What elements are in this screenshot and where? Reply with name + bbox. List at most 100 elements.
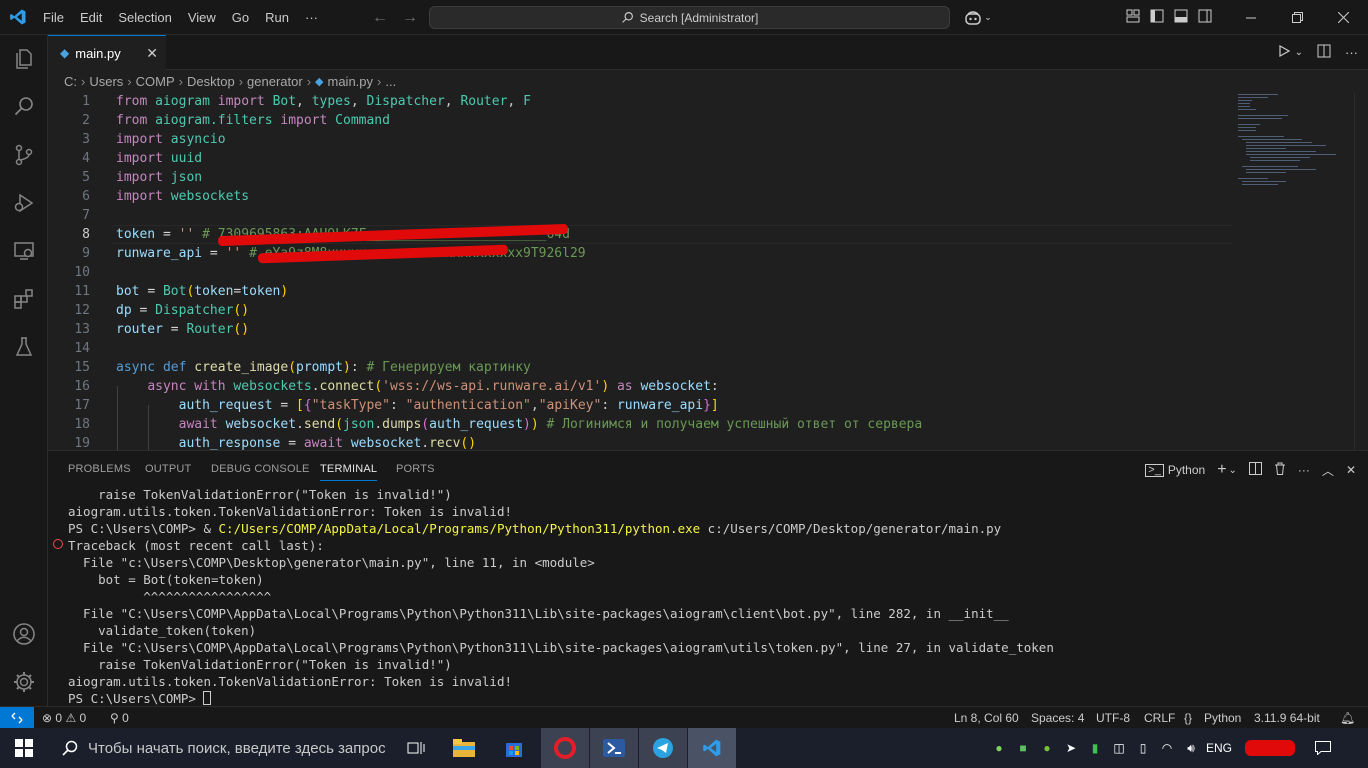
new-terminal-icon[interactable]: + [1217,461,1226,479]
indentation[interactable]: Spaces: 4 [1031,707,1084,729]
code-editor[interactable]: 1 2 3 4 5 6 7 8 9 10 11 12 13 14 15 16 1… [48,92,1368,450]
taskbar-search-box[interactable]: Чтобы начать поиск, введите здесь запрос [48,728,392,768]
menu-go[interactable]: Go [224,0,257,35]
tab-output[interactable]: OUTPUT [145,463,191,475]
clock-redacted[interactable] [1240,728,1300,768]
minimize-icon[interactable] [1228,0,1274,35]
tab-ports[interactable]: PORTS [396,463,435,475]
extensions-icon[interactable] [0,275,48,323]
windows-start-icon[interactable] [0,728,48,768]
signal-bars-icon[interactable]: ▮ [1084,728,1106,768]
line-number: 19 [74,436,90,450]
terminal-line: File "C:\Users\COMP\AppData\Local\Progra… [68,640,1054,655]
breadcrumb-item[interactable]: Desktop [187,74,235,89]
menu-more[interactable]: ··· [297,0,326,35]
language-mode[interactable]: Python [1204,707,1241,729]
menu-edit[interactable]: Edit [72,0,110,35]
tray-app-icon[interactable]: ◫ [1108,728,1130,768]
telegram-tray-icon[interactable]: ➤ [1060,728,1082,768]
battery-icon[interactable]: ▯ [1132,728,1154,768]
code-line: auth_response = await websocket.recv() [178,436,477,450]
tab-debug-console[interactable]: DEBUG CONSOLE [211,463,310,475]
vscode-taskbar-icon[interactable] [688,728,736,768]
restore-icon[interactable] [1274,0,1320,35]
file-explorer-icon[interactable] [440,728,488,768]
kill-terminal-trash-icon[interactable] [1274,462,1286,478]
microsoft-store-icon[interactable] [490,728,538,768]
terminal-shell-label[interactable]: Python [1168,463,1205,477]
tray-app-icon[interactable]: ■ [1012,728,1034,768]
run-dropdown-icon[interactable]: ⌄ [1295,47,1303,58]
ports-indicator[interactable]: ⚲ 0 [110,707,129,729]
task-view-icon[interactable] [392,728,440,768]
remote-indicator-icon[interactable] [0,707,34,729]
more-actions-icon[interactable]: ··· [1298,463,1310,477]
minimap[interactable] [1230,92,1350,192]
menu-view[interactable]: View [180,0,224,35]
utorrent-tray-icon[interactable]: ● [1036,728,1058,768]
close-tab-icon[interactable]: ✕ [146,45,158,62]
breadcrumb-item[interactable]: ... [385,74,396,89]
line-number: 1 [82,94,90,109]
forward-arrow-icon[interactable]: → [402,9,418,27]
terminal-line: aiogram.utils.token.TokenValidationError… [68,674,513,689]
search-sidebar-icon[interactable] [0,83,48,131]
toggle-sidebar-icon[interactable] [1150,9,1164,26]
powershell-icon[interactable] [590,728,638,768]
menu-run[interactable]: Run [257,0,297,35]
testing-flask-icon[interactable] [0,323,48,371]
input-language[interactable]: ENG [1204,728,1234,768]
toggle-panel-icon[interactable] [1174,9,1188,26]
breadcrumb-item[interactable]: generator [247,74,303,89]
split-editor-icon[interactable] [1317,44,1331,61]
menu-file[interactable]: File [35,0,72,35]
volume-icon[interactable]: 🔊︎ [1180,728,1202,768]
tray-app-icon[interactable]: ● [988,728,1010,768]
wifi-icon[interactable]: ◠ [1156,728,1178,768]
chevron-right-icon: › [306,73,312,89]
notifications-icon[interactable] [1308,728,1338,768]
back-arrow-icon[interactable]: ← [372,9,388,27]
breadcrumb-item[interactable]: main.py [328,74,374,89]
split-terminal-icon[interactable] [1248,462,1262,478]
maximize-panel-chevron-icon[interactable]: ︿ [1322,462,1334,479]
end-of-line[interactable]: CRLF [1144,707,1175,729]
telegram-icon[interactable] [639,728,687,768]
terminal-exe-path: C:/Users/COMP/AppData/Local/Programs/Pyt… [218,521,701,536]
chevron-right-icon: › [178,73,183,89]
more-actions-icon[interactable]: ··· [1345,45,1358,60]
notifications-bell-icon[interactable]: 🔔︎ [1340,707,1355,729]
line-number: 16 [74,379,90,394]
account-icon[interactable] [0,610,48,658]
run-python-file-icon[interactable] [1277,44,1291,61]
error-count: 0 [55,711,63,725]
explorer-icon[interactable] [0,35,48,83]
code-line: from aiogram.filters import Command [116,113,390,128]
encoding[interactable]: UTF-8 [1096,707,1130,729]
remote-explorer-icon[interactable] [0,227,48,275]
editor-scrollbar[interactable] [1354,92,1368,450]
terminal-line: raise TokenValidationError("Token is inv… [68,657,452,672]
python-interpreter[interactable]: 3.11.9 64-bit [1254,707,1320,729]
toggle-secondary-sidebar-icon[interactable] [1198,9,1212,26]
vscode-logo-icon [0,0,35,35]
close-window-icon[interactable] [1320,0,1366,35]
problems-indicator[interactable]: ⊗ 0 ⚠ 0 [42,707,86,729]
source-control-icon[interactable] [0,131,48,179]
tab-terminal[interactable]: TERMINAL [320,463,378,481]
cursor-position[interactable]: Ln 8, Col 60 [954,707,1019,729]
manage-gear-icon[interactable] [0,658,48,706]
menu-selection[interactable]: Selection [110,0,179,35]
tab-main-py[interactable]: ◆ main.py ✕ [48,35,166,70]
copilot-icon[interactable]: ⌄ [960,0,996,35]
breadcrumb-item[interactable]: COMP [136,74,175,89]
command-center-search[interactable]: Search [Administrator] [429,6,950,29]
terminal-dropdown-icon[interactable]: ⌄ [1229,465,1237,476]
run-debug-icon[interactable] [0,179,48,227]
customize-layout-icon[interactable] [1126,9,1140,26]
close-panel-icon[interactable]: ✕ [1346,463,1356,477]
breadcrumb-item[interactable]: Users [89,74,123,89]
tab-problems[interactable]: PROBLEMS [68,463,131,475]
opera-browser-icon[interactable] [541,728,589,768]
breadcrumb-item[interactable]: C: [64,74,77,89]
